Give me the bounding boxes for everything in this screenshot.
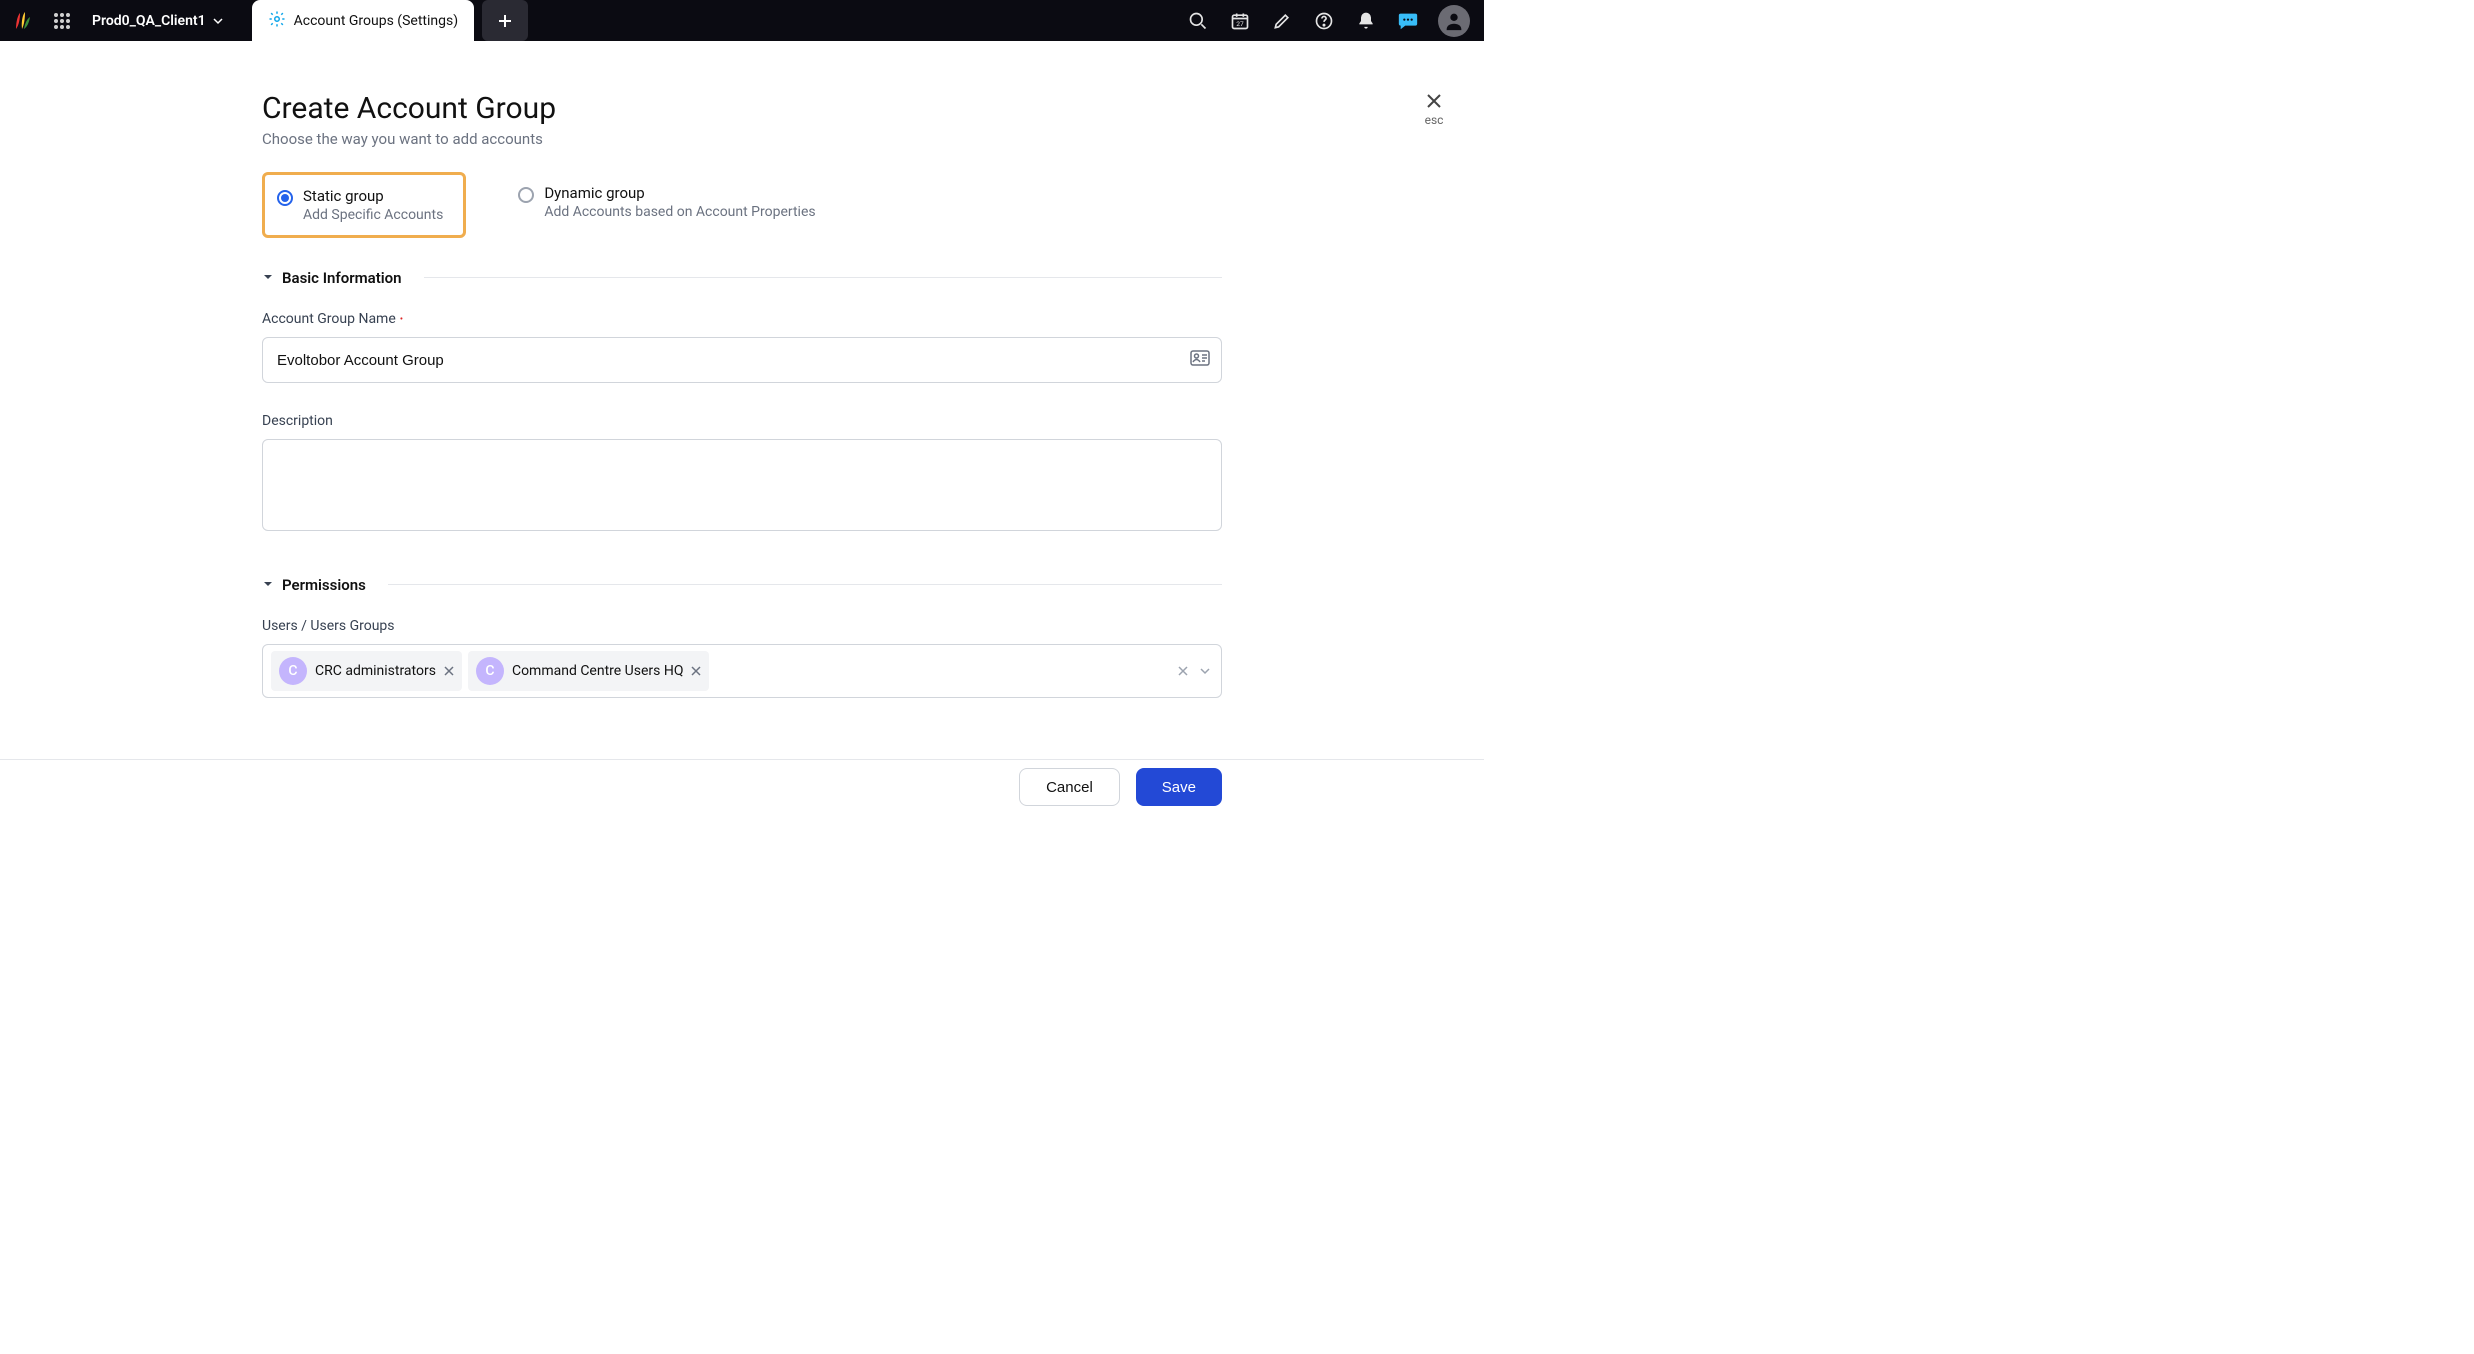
contact-card-icon[interactable] <box>1190 350 1210 370</box>
chevron-down-icon <box>212 15 224 27</box>
content-area: esc Create Account Group Choose the way … <box>0 41 1484 759</box>
required-indicator: • <box>400 314 403 325</box>
page-title: Create Account Group <box>262 91 1222 126</box>
chip: C CRC administrators <box>271 651 462 691</box>
bell-icon[interactable] <box>1354 9 1378 33</box>
tab-strip: Account Groups (Settings) <box>252 0 528 41</box>
group-type-radio-row: Static group Add Specific Accounts Dynam… <box>262 172 1222 238</box>
section-title: Basic Information <box>282 269 402 287</box>
page: Create Account Group Choose the way you … <box>262 41 1222 698</box>
tab-account-groups[interactable]: Account Groups (Settings) <box>252 0 474 41</box>
help-icon[interactable] <box>1312 9 1336 33</box>
users-groups-label: Users / Users Groups <box>262 618 1222 634</box>
section-divider <box>424 277 1222 278</box>
radio-dynamic-group[interactable]: Dynamic group Add Accounts based on Acco… <box>506 172 835 238</box>
caret-down-icon <box>262 268 274 287</box>
chip-remove-icon[interactable] <box>691 666 701 676</box>
chip-avatar: C <box>476 657 504 685</box>
chat-icon[interactable] <box>1396 9 1420 33</box>
account-group-name-input[interactable] <box>262 337 1222 383</box>
cancel-button[interactable]: Cancel <box>1019 768 1120 806</box>
radio-static-subtitle: Add Specific Accounts <box>303 207 443 223</box>
topbar-right: 27 <box>1186 5 1476 37</box>
caret-down-icon <box>262 575 274 594</box>
user-avatar[interactable] <box>1438 5 1470 37</box>
apps-launcher-icon[interactable] <box>48 7 76 35</box>
radio-dynamic-title: Dynamic group <box>544 184 815 202</box>
topbar-left: Prod0_QA_Client1 Account Groups (Setting… <box>8 0 528 41</box>
users-groups-multiselect[interactable]: C CRC administrators C Command Centre Us… <box>262 644 1222 698</box>
svg-text:27: 27 <box>1236 20 1244 28</box>
chip-remove-icon[interactable] <box>444 666 454 676</box>
gear-icon <box>268 10 286 32</box>
section-permissions[interactable]: Permissions <box>262 575 1222 594</box>
calendar-icon[interactable]: 27 <box>1228 9 1252 33</box>
search-icon[interactable] <box>1186 9 1210 33</box>
close-button[interactable]: esc <box>1424 91 1444 127</box>
clear-all-icon[interactable] <box>1177 665 1189 677</box>
radio-indicator-unchecked <box>518 187 534 203</box>
save-button[interactable]: Save <box>1136 768 1222 806</box>
section-basic-information[interactable]: Basic Information <box>262 268 1222 287</box>
radio-indicator-checked <box>277 190 293 206</box>
tab-label: Account Groups (Settings) <box>294 13 458 29</box>
footer: Cancel Save <box>0 759 1484 814</box>
client-switcher[interactable]: Prod0_QA_Client1 <box>82 13 234 29</box>
section-title: Permissions <box>282 576 366 594</box>
edit-icon[interactable] <box>1270 9 1294 33</box>
radio-static-title: Static group <box>303 187 443 205</box>
page-subtitle: Choose the way you want to add accounts <box>262 130 1222 148</box>
chip: C Command Centre Users HQ <box>468 651 710 691</box>
app-logo[interactable] <box>8 7 36 35</box>
account-group-name-wrap <box>262 337 1222 383</box>
description-label: Description <box>262 413 1222 429</box>
chip-label: CRC administrators <box>315 663 436 679</box>
description-textarea[interactable] <box>262 439 1222 531</box>
radio-static-group[interactable]: Static group Add Specific Accounts <box>262 172 466 238</box>
esc-label: esc <box>1425 113 1444 127</box>
multiselect-controls <box>1177 665 1211 677</box>
chip-avatar: C <box>279 657 307 685</box>
radio-dynamic-subtitle: Add Accounts based on Account Properties <box>544 204 815 220</box>
top-bar: Prod0_QA_Client1 Account Groups (Setting… <box>0 0 1484 41</box>
plus-icon <box>497 13 513 29</box>
close-icon <box>1424 91 1444 111</box>
section-divider <box>388 584 1222 585</box>
account-group-name-label: Account Group Name • <box>262 311 1222 327</box>
chip-label: Command Centre Users HQ <box>512 663 684 679</box>
new-tab-button[interactable] <box>482 0 528 41</box>
client-name: Prod0_QA_Client1 <box>92 13 206 29</box>
chevron-down-icon[interactable] <box>1199 665 1211 677</box>
